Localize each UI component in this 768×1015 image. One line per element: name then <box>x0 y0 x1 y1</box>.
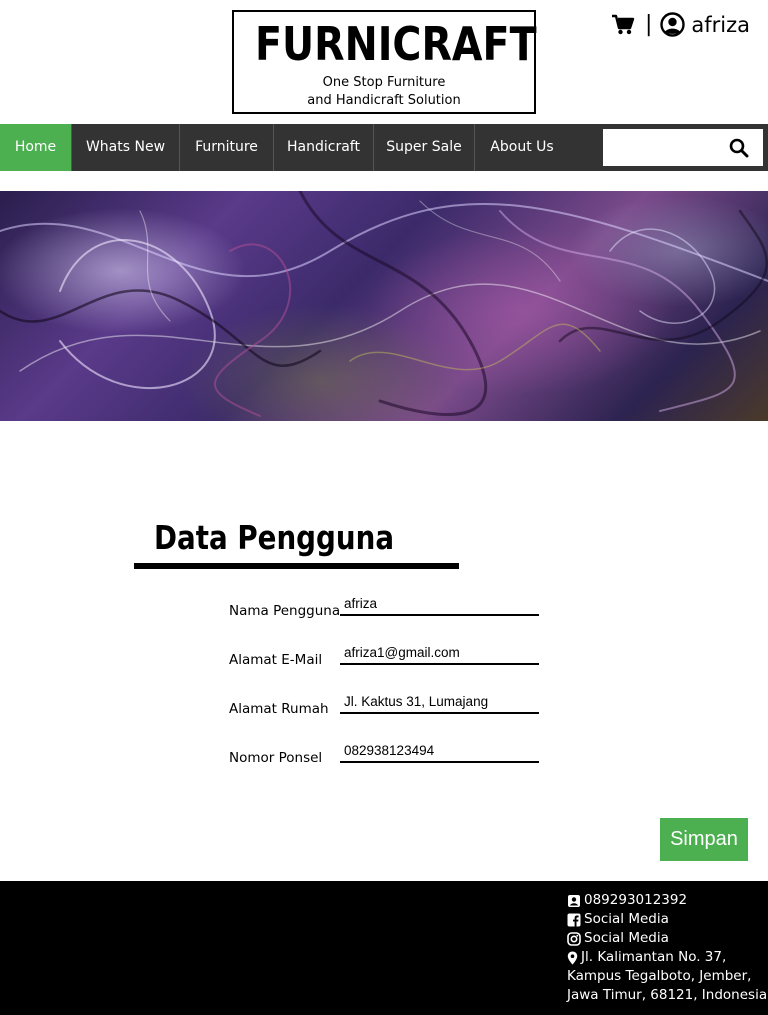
cart-icon[interactable] <box>611 14 635 36</box>
site-header: FURNICRAFT One Stop Furniture and Handic… <box>0 0 768 124</box>
user-bar-separator: | <box>644 12 653 37</box>
user-circle-icon[interactable] <box>660 12 686 37</box>
footer-address-text1: Jl. Kalimantan No. 37, <box>581 949 727 965</box>
phone-label: Nomor Ponsel <box>229 750 323 766</box>
form-row-username: Nama Pengguna <box>229 592 549 624</box>
username-label: Nama Pengguna <box>229 603 341 619</box>
title-divider <box>134 563 459 569</box>
contact-phone-icon <box>567 894 581 908</box>
brand-logo[interactable]: FURNICRAFT One Stop Furniture and Handic… <box>232 10 537 114</box>
brand-tagline-line1: One Stop Furniture <box>322 75 446 90</box>
footer-phone: 089293012392 <box>567 891 767 910</box>
email-field[interactable] <box>340 641 539 665</box>
footer-instagram-text[interactable]: Social Media <box>584 929 669 948</box>
page-title: Data Pengguna <box>154 518 395 557</box>
email-label: Alamat E-Mail <box>229 652 323 668</box>
instagram-icon[interactable] <box>567 931 581 946</box>
brand-tagline-line2: and Handicraft Solution <box>307 93 461 108</box>
footer-address-text3: Jawa Timur, 68121, Indonesia <box>567 987 768 1003</box>
form-row-phone: Nomor Ponsel <box>229 739 549 771</box>
facebook-icon[interactable] <box>567 913 581 927</box>
nav-item-furniture[interactable]: Furniture <box>180 124 274 171</box>
username-link[interactable]: afriza <box>691 13 750 37</box>
username-field[interactable] <box>340 592 539 616</box>
brand-title: FURNICRAFT <box>255 17 537 71</box>
address-label: Alamat Rumah <box>229 701 329 717</box>
brand-tagline: One Stop Furniture and Handicraft Soluti… <box>234 74 534 110</box>
form-row-address: Alamat Rumah <box>229 690 549 722</box>
footer-instagram: Social Media <box>567 929 767 948</box>
nav-item-handicraft[interactable]: Handicraft <box>274 124 374 171</box>
save-button[interactable]: Simpan <box>660 818 748 861</box>
footer-address-line1: Jl. Kalimantan No. 37, <box>567 948 767 967</box>
footer-contact: 089293012392 Social Media Social Media J… <box>567 891 767 1005</box>
main-nav: Home Whats New Furniture Handicraft Supe… <box>0 124 768 171</box>
footer-facebook: Social Media <box>567 910 767 929</box>
footer-address-text2: Kampus Tegalboto, Jember, <box>567 968 752 984</box>
nav-item-super-sale[interactable]: Super Sale <box>374 124 475 171</box>
footer-facebook-text[interactable]: Social Media <box>584 910 669 929</box>
address-field[interactable] <box>340 690 539 714</box>
nav-item-whats-new[interactable]: Whats New <box>72 124 180 171</box>
phone-field[interactable] <box>340 739 539 763</box>
nav-item-home[interactable]: Home <box>0 124 72 171</box>
user-bar: | afriza <box>611 12 750 37</box>
hero-banner <box>0 191 768 421</box>
map-marker-icon <box>567 951 578 965</box>
site-footer: 089293012392 Social Media Social Media J… <box>0 881 768 1015</box>
nav-item-about-us[interactable]: About Us <box>475 124 569 171</box>
search-box <box>603 129 763 166</box>
search-icon[interactable] <box>729 138 749 158</box>
footer-phone-text[interactable]: 089293012392 <box>584 891 687 910</box>
form-row-email: Alamat E-Mail <box>229 641 549 673</box>
search-input[interactable] <box>603 129 721 166</box>
